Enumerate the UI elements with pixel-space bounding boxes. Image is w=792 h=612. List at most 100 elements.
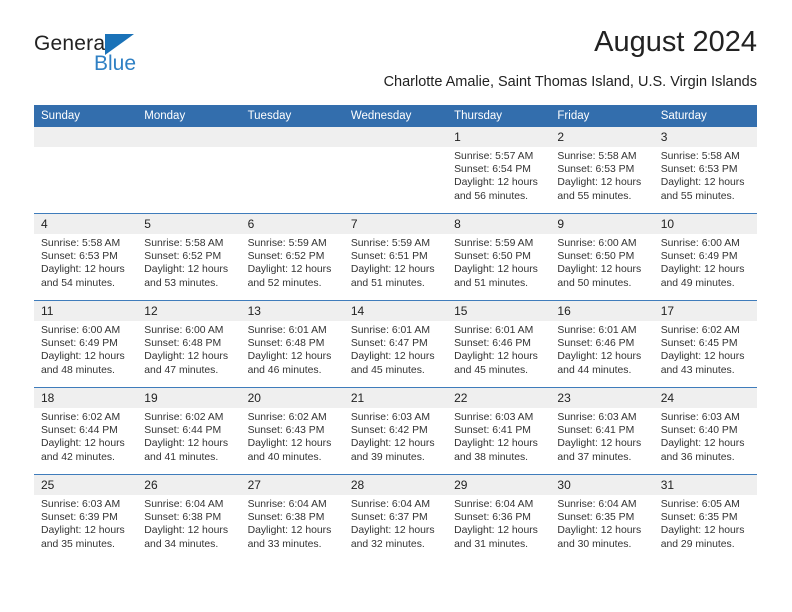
- day-detail-line: Sunset: 6:38 PM: [144, 512, 222, 524]
- day-detail-line: Sunrise: 6:00 AM: [144, 325, 224, 336]
- calendar-day-cell[interactable]: 16 Sunrise: 6:01 AM Sunset: 6:46 PM Dayligh…: [550, 300, 654, 388]
- day-detail-line: and 32 minutes.: [350, 538, 425, 550]
- day-detail-line: Daylight: 12 hours: [557, 177, 642, 189]
- day-number: [137, 127, 241, 147]
- day-detail-line: Sunset: 6:45 PM: [660, 338, 738, 350]
- day-detail-line: and 30 minutes.: [557, 538, 632, 550]
- day-detail-line: and 55 minutes.: [660, 190, 735, 202]
- day-detail-line: Daylight: 12 hours: [350, 438, 435, 450]
- day-number: 15: [447, 301, 551, 321]
- day-detail-line: and 46 minutes.: [247, 364, 322, 376]
- day-detail-line: Daylight: 12 hours: [557, 438, 642, 450]
- calendar-day-cell[interactable]: 20 Sunrise: 6:02 AM Sunset: 6:43 PM Dayligh…: [240, 387, 344, 475]
- calendar-day-cell[interactable]: 11 Sunrise: 6:00 AM Sunset: 6:49 PM Dayligh…: [34, 300, 138, 388]
- calendar-day-cell[interactable]: 26 Sunrise: 6:04 AM Sunset: 6:38 PM Dayligh…: [137, 474, 241, 561]
- day-detail-line: Sunset: 6:41 PM: [454, 425, 531, 437]
- day-number: 11: [34, 301, 138, 321]
- day-detail-line: Daylight: 12 hours: [247, 351, 332, 363]
- calendar-day-cell[interactable]: 21 Sunrise: 6:03 AM Sunset: 6:42 PM Dayligh…: [343, 387, 448, 475]
- day-number: 2: [550, 127, 654, 147]
- calendar-day-cell[interactable]: 27 Sunrise: 6:04 AM Sunset: 6:38 PM Dayligh…: [240, 474, 344, 561]
- day-detail-line: and 56 minutes.: [454, 190, 529, 202]
- day-number: 28: [343, 475, 448, 495]
- day-details: Sunrise: 6:03 AM Sunset: 6:42 PM Daylight:…: [344, 408, 447, 464]
- calendar-day-cell[interactable]: 7 Sunrise: 5:59 AM Sunset: 6:51 PM Daylight…: [343, 213, 448, 301]
- calendar-day-cell[interactable]: 23 Sunrise: 6:03 AM Sunset: 6:41 PM Dayligh…: [550, 387, 654, 475]
- day-details: Sunrise: 6:00 AM Sunset: 6:49 PM Daylight:…: [34, 321, 137, 377]
- calendar-week-row: 11 Sunrise: 6:00 AM Sunset: 6:49 PM Dayligh…: [34, 300, 757, 388]
- calendar-day-cell-empty: [137, 127, 241, 214]
- calendar-day-cell[interactable]: 13 Sunrise: 6:01 AM Sunset: 6:48 PM Dayligh…: [240, 300, 344, 388]
- calendar-day-cell[interactable]: 1 Sunrise: 5:57 AM Sunset: 6:54 PM Daylight…: [447, 127, 551, 214]
- day-details: Sunrise: 6:04 AM Sunset: 6:37 PM Daylight:…: [344, 495, 447, 551]
- day-detail-line: Sunset: 6:47 PM: [350, 338, 428, 350]
- day-detail-line: Sunset: 6:48 PM: [144, 338, 222, 350]
- day-details: Sunrise: 6:04 AM Sunset: 6:38 PM Daylight:…: [241, 495, 344, 551]
- day-details: Sunrise: 6:03 AM Sunset: 6:41 PM Daylight:…: [447, 408, 550, 464]
- calendar-header-row: Sunday Monday Tuesday Wednesday Thursday Frid…: [34, 105, 757, 127]
- day-number: 8: [447, 214, 551, 234]
- calendar-day-cell[interactable]: 30 Sunrise: 6:04 AM Sunset: 6:35 PM Dayligh…: [550, 474, 654, 561]
- calendar-day-cell[interactable]: 29 Sunrise: 6:04 AM Sunset: 6:36 PM Dayligh…: [447, 474, 551, 561]
- day-details: Sunrise: 6:02 AM Sunset: 6:44 PM Daylight:…: [137, 408, 240, 464]
- calendar-day-cell[interactable]: 22 Sunrise: 6:03 AM Sunset: 6:41 PM Dayligh…: [447, 387, 551, 475]
- calendar-day-cell[interactable]: 3 Sunrise: 5:58 AM Sunset: 6:53 PM Daylight…: [653, 127, 757, 214]
- day-detail-line: Sunset: 6:53 PM: [41, 251, 118, 263]
- calendar-day-cell[interactable]: 15 Sunrise: 6:01 AM Sunset: 6:46 PM Dayligh…: [447, 300, 551, 388]
- general-blue-logo[interactable]: General Blue: [34, 32, 204, 80]
- calendar-day-cell[interactable]: 10 Sunrise: 6:00 AM Sunset: 6:49 PM Dayligh…: [653, 213, 757, 301]
- day-number: 5: [137, 214, 241, 234]
- day-details: Sunrise: 6:03 AM Sunset: 6:39 PM Daylight:…: [34, 495, 137, 551]
- day-detail-line: and 44 minutes.: [557, 364, 632, 376]
- day-details: Sunrise: 6:03 AM Sunset: 6:41 PM Daylight:…: [550, 408, 653, 464]
- weekday-header-tuesday: Tuesday: [240, 105, 344, 127]
- calendar-day-cell[interactable]: 12 Sunrise: 6:00 AM Sunset: 6:48 PM Dayligh…: [137, 300, 241, 388]
- day-number: 14: [343, 301, 448, 321]
- weekday-header-sunday: Sunday: [34, 105, 138, 127]
- weekday-header-monday: Monday: [137, 105, 241, 127]
- day-number: 23: [550, 388, 654, 408]
- day-detail-line: Sunrise: 6:02 AM: [247, 412, 327, 423]
- day-detail-line: Daylight: 12 hours: [144, 438, 229, 450]
- day-number: 18: [34, 388, 138, 408]
- day-detail-line: Daylight: 12 hours: [350, 264, 435, 276]
- day-detail-line: Sunrise: 6:02 AM: [660, 325, 740, 336]
- day-details: Sunrise: 5:58 AM Sunset: 6:52 PM Daylight:…: [137, 234, 240, 290]
- day-details: Sunrise: 5:59 AM Sunset: 6:51 PM Daylight:…: [344, 234, 447, 290]
- day-detail-line: Sunrise: 5:58 AM: [144, 238, 224, 249]
- logo-text-blue: Blue: [94, 52, 137, 75]
- calendar-day-cell[interactable]: 17 Sunrise: 6:02 AM Sunset: 6:45 PM Dayligh…: [653, 300, 757, 388]
- calendar-day-cell[interactable]: 25 Sunrise: 6:03 AM Sunset: 6:39 PM Dayligh…: [34, 474, 138, 561]
- calendar-day-cell[interactable]: 6 Sunrise: 5:59 AM Sunset: 6:52 PM Daylight…: [240, 213, 344, 301]
- day-detail-line: Sunrise: 5:58 AM: [660, 151, 740, 162]
- calendar-day-cell[interactable]: 28 Sunrise: 6:04 AM Sunset: 6:37 PM Dayligh…: [343, 474, 448, 561]
- day-number: 13: [240, 301, 344, 321]
- calendar-day-cell[interactable]: 31 Sunrise: 6:05 AM Sunset: 6:35 PM Dayligh…: [653, 474, 757, 561]
- calendar-day-cell[interactable]: 5 Sunrise: 5:58 AM Sunset: 6:52 PM Daylight…: [137, 213, 241, 301]
- day-detail-line: Sunset: 6:37 PM: [350, 512, 428, 524]
- day-detail-line: and 49 minutes.: [660, 277, 735, 289]
- calendar-day-cell[interactable]: 9 Sunrise: 6:00 AM Sunset: 6:50 PM Daylight…: [550, 213, 654, 301]
- day-number: 24: [653, 388, 757, 408]
- day-detail-line: Daylight: 12 hours: [41, 525, 125, 537]
- calendar-day-cell[interactable]: 8 Sunrise: 5:59 AM Sunset: 6:50 PM Daylight…: [447, 213, 551, 301]
- day-detail-line: and 53 minutes.: [144, 277, 219, 289]
- calendar-page: General Blue August 2024 Charlotte Amali…: [0, 0, 792, 612]
- calendar-day-cell[interactable]: 4 Sunrise: 5:58 AM Sunset: 6:53 PM Daylight…: [34, 213, 138, 301]
- day-detail-line: and 37 minutes.: [557, 451, 632, 463]
- day-number: 6: [240, 214, 344, 234]
- page-subtitle: Charlotte Amalie, Saint Thomas Island, U…: [383, 74, 757, 90]
- day-detail-line: and 40 minutes.: [247, 451, 322, 463]
- day-details: Sunrise: 5:59 AM Sunset: 6:50 PM Daylight:…: [447, 234, 550, 290]
- day-detail-line: Sunset: 6:51 PM: [350, 251, 428, 263]
- day-detail-line: Sunset: 6:35 PM: [660, 512, 738, 524]
- calendar-day-cell[interactable]: 19 Sunrise: 6:02 AM Sunset: 6:44 PM Dayligh…: [137, 387, 241, 475]
- day-detail-line: Sunset: 6:49 PM: [41, 338, 118, 350]
- calendar-day-cell[interactable]: 14 Sunrise: 6:01 AM Sunset: 6:47 PM Dayligh…: [343, 300, 448, 388]
- weekday-header-wednesday: Wednesday: [343, 105, 448, 127]
- day-detail-line: Sunrise: 6:00 AM: [41, 325, 121, 336]
- calendar-day-cell[interactable]: 2 Sunrise: 5:58 AM Sunset: 6:53 PM Daylight…: [550, 127, 654, 214]
- page-header: General Blue August 2024 Charlotte Amali…: [34, 26, 757, 96]
- calendar-day-cell[interactable]: 24 Sunrise: 6:03 AM Sunset: 6:40 PM Dayligh…: [653, 387, 757, 475]
- calendar-day-cell[interactable]: 18 Sunrise: 6:02 AM Sunset: 6:44 PM Dayligh…: [34, 387, 138, 475]
